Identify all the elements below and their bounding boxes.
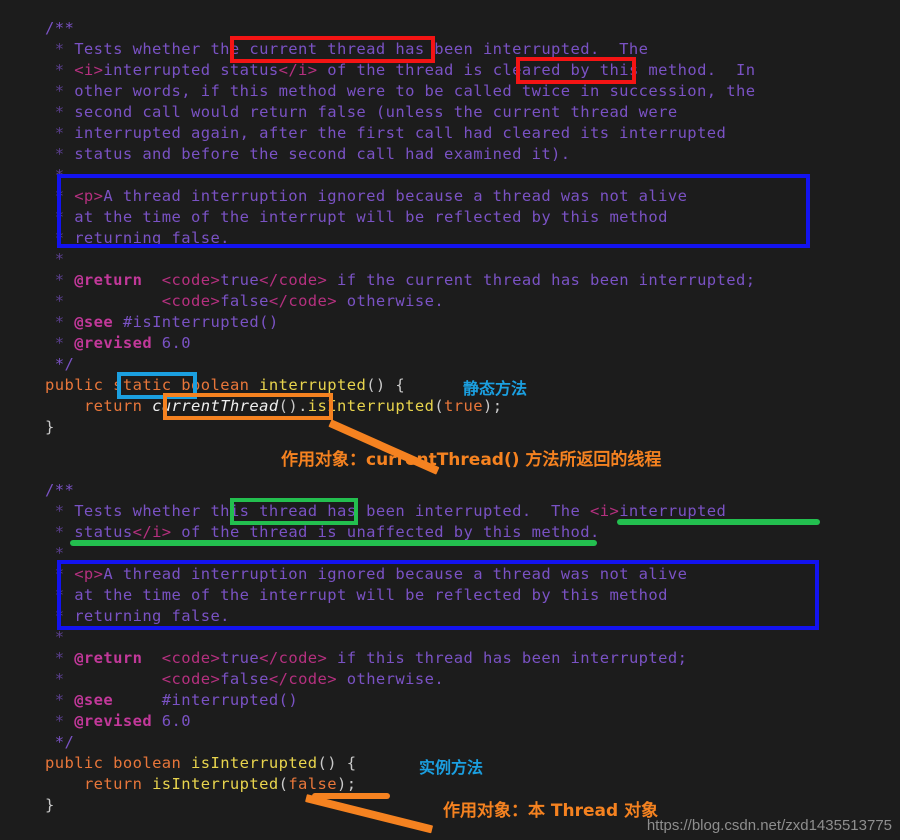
code-line: */: [45, 733, 75, 751]
code-line-signature-interrupted: public static boolean interrupted() {: [45, 376, 406, 394]
code-line: *: [45, 628, 65, 646]
leader-line-this-thread: [305, 794, 434, 834]
code-line: *: [45, 166, 65, 184]
code-line: * <code>false</code> otherwise.: [45, 670, 445, 688]
code-line: * at the time of the interrupt will be r…: [45, 208, 668, 226]
code-line: }: [45, 418, 55, 436]
code-screenshot-surface: /** * Tests whether the current thread h…: [0, 0, 900, 840]
code-line: * @return <code>true</code> if the curre…: [45, 271, 756, 289]
code-line: /**: [45, 19, 75, 37]
code-line: * status and before the second call had …: [45, 145, 571, 163]
code-line: * @see #interrupted(): [45, 691, 299, 709]
code-line: *: [45, 250, 65, 268]
code-line: * interrupted again, after the first cal…: [45, 124, 727, 142]
code-line: */: [45, 355, 75, 373]
code-line: * returning false.: [45, 607, 230, 625]
code-line: * Tests whether this thread has been int…: [45, 502, 727, 520]
code-line-signature-isinterrupted: public boolean isInterrupted() {: [45, 754, 357, 772]
code-line: * @revised 6.0: [45, 334, 191, 352]
code-line: * second call would return false (unless…: [45, 103, 678, 121]
code-line-body-interrupted: return currentThread().isInterrupted(tru…: [83, 397, 503, 415]
note-target-current-thread: 作用对象：currentThread() 方法所返回的线程: [281, 450, 662, 470]
code-line: * Tests whether the current thread has b…: [45, 40, 649, 58]
code-line: * returning false.: [45, 229, 230, 247]
code-line: * <p>A thread interruption ignored becau…: [45, 187, 688, 205]
code-line-body-isinterrupted: return isInterrupted(false);: [83, 775, 357, 793]
code-line: * @return <code>true</code> if this thre…: [45, 649, 688, 667]
note-static-method: 静态方法: [463, 379, 528, 398]
code-line: * status</i> of the thread is unaffected…: [45, 523, 600, 541]
watermark-url: https://blog.csdn.net/zxd1435513775: [646, 817, 892, 834]
code-line: * <p>A thread interruption ignored becau…: [45, 565, 688, 583]
note-instance-method: 实例方法: [419, 758, 484, 777]
code-line: * @see #isInterrupted(): [45, 313, 279, 331]
code-line: *: [45, 544, 65, 562]
code-line: * at the time of the interrupt will be r…: [45, 586, 668, 604]
note-target-this-thread: 作用对象：本 Thread 对象: [443, 801, 659, 821]
code-line: * <code>false</code> otherwise.: [45, 292, 445, 310]
code-line: * <i>interrupted status</i> of the threa…: [45, 61, 756, 79]
code-line: * @revised 6.0: [45, 712, 191, 730]
code-line: }: [45, 796, 55, 814]
code-line: /**: [45, 481, 75, 499]
code-line: * other words, if this method were to be…: [45, 82, 756, 100]
